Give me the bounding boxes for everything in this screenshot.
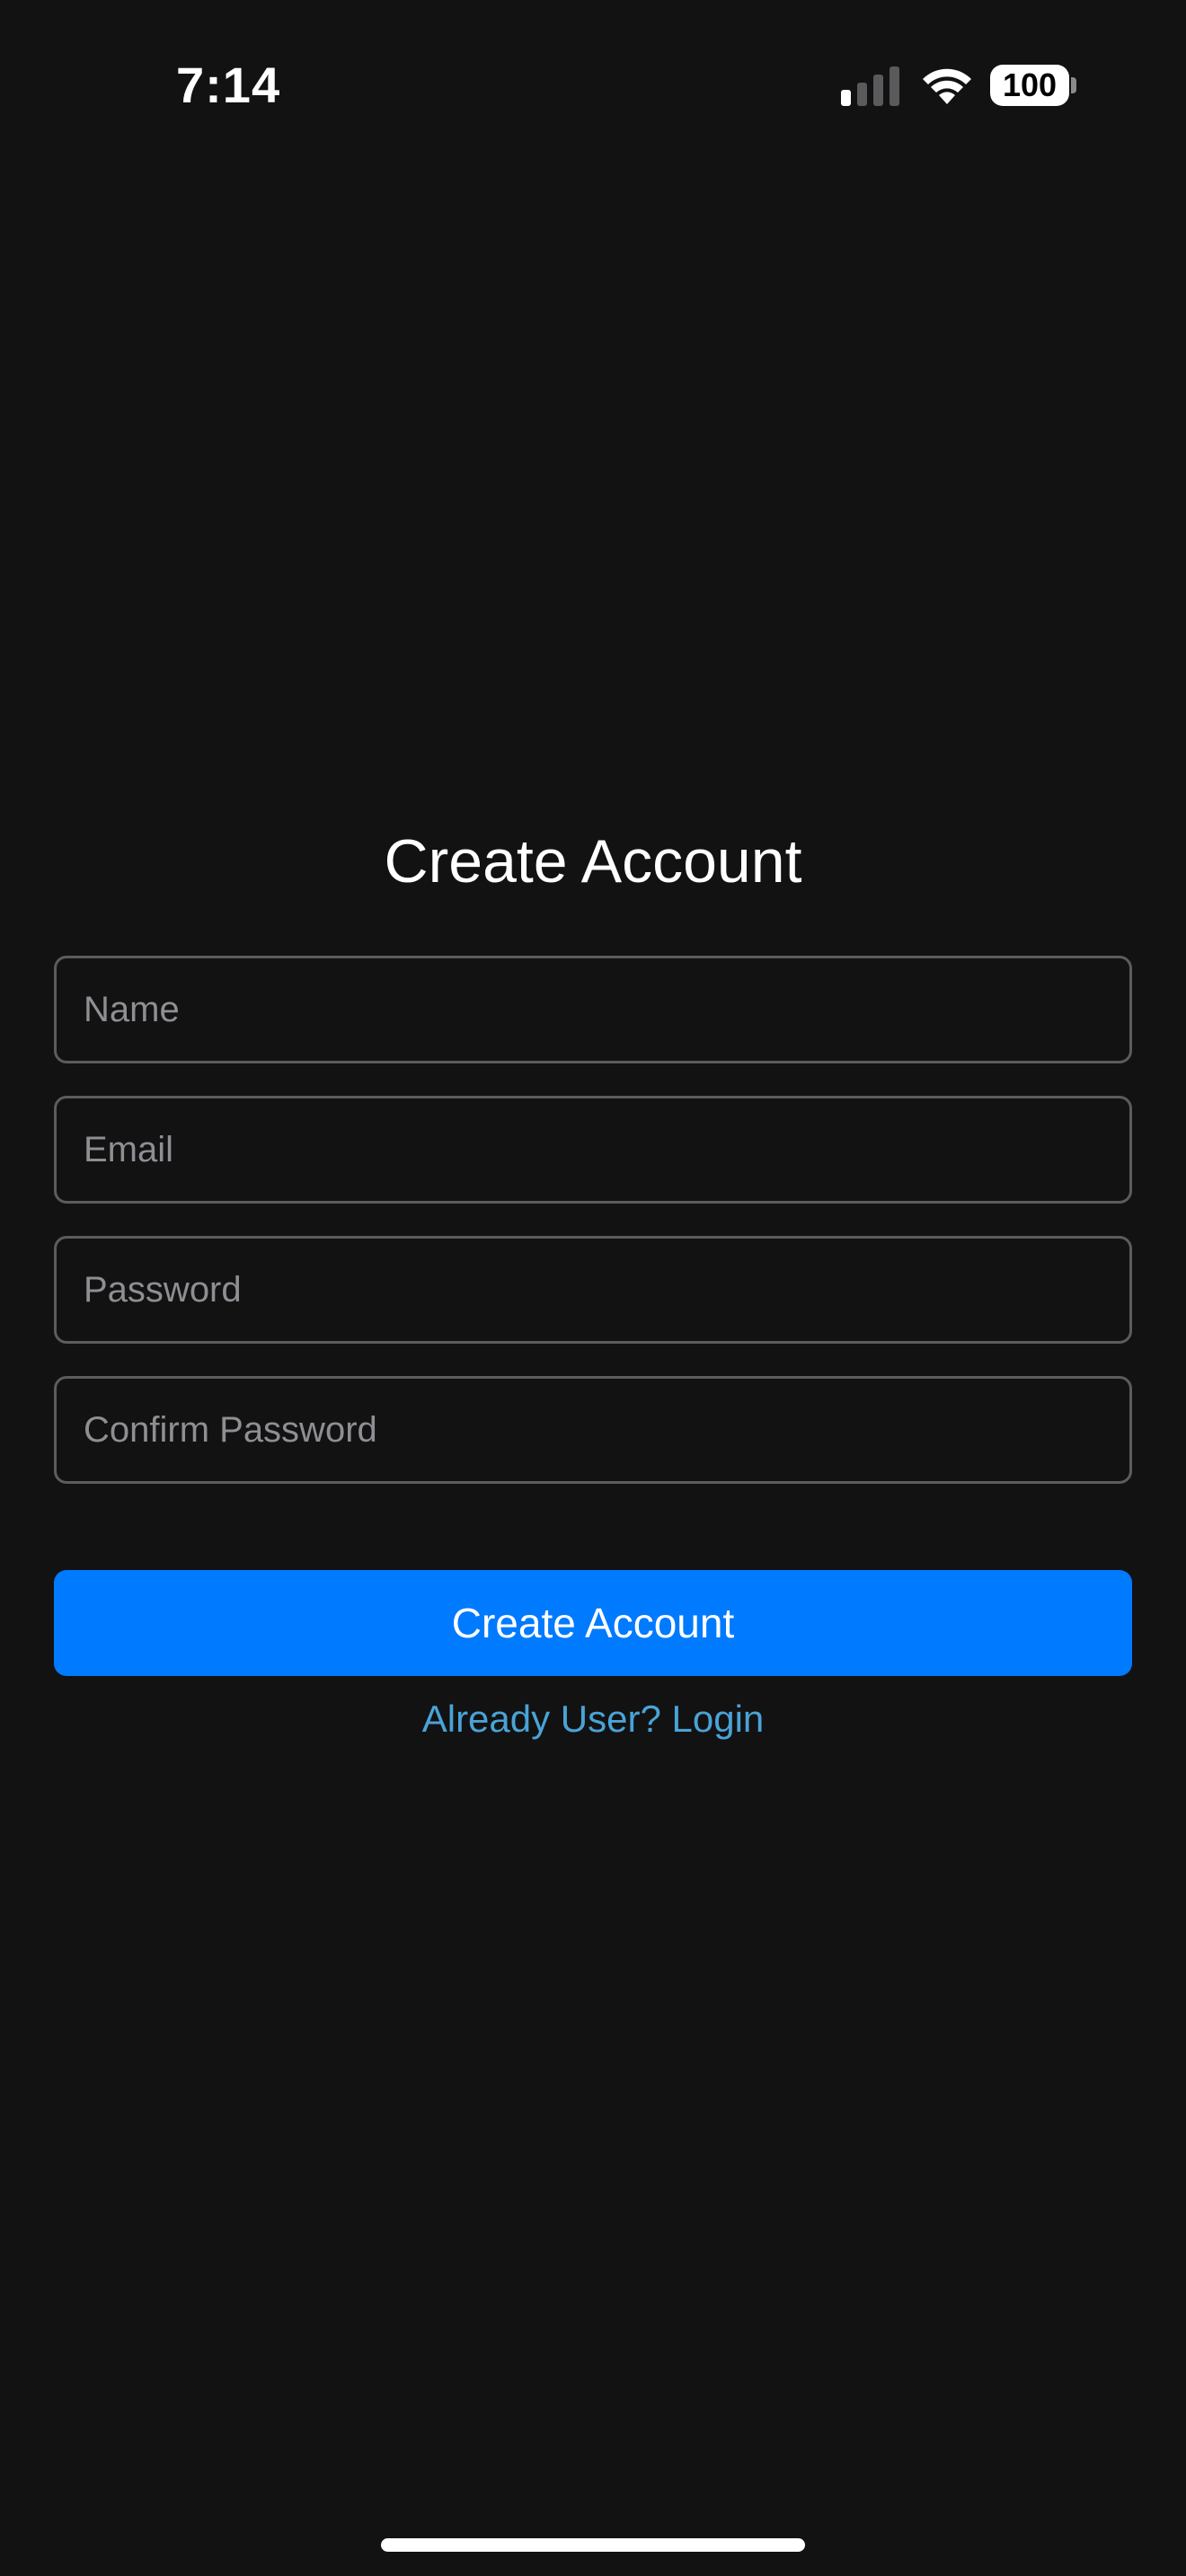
battery-icon: 100 [990,65,1076,106]
home-indicator[interactable] [381,2538,805,2552]
status-bar: 7:14 100 [0,0,1186,162]
email-field[interactable] [54,1096,1132,1204]
battery-level: 100 [990,65,1069,106]
cellular-signal-icon [841,66,900,106]
signal-bar-1 [841,90,851,106]
battery-tip [1071,77,1076,93]
signal-bar-4 [890,66,899,106]
page-title: Create Account [384,827,802,895]
signal-bar-2 [857,83,867,106]
create-account-button[interactable]: Create Account [54,1570,1132,1676]
name-input[interactable] [57,958,1129,1061]
confirm-password-field[interactable] [54,1376,1132,1484]
login-link[interactable]: Already User? Login [0,1698,1186,1741]
name-field[interactable] [54,956,1132,1063]
wifi-icon [920,65,974,106]
email-input[interactable] [57,1098,1129,1201]
status-time: 7:14 [176,57,281,113]
password-input[interactable] [57,1239,1129,1341]
signal-bar-3 [873,75,883,106]
password-field[interactable] [54,1236,1132,1344]
confirm-password-input[interactable] [57,1379,1129,1481]
